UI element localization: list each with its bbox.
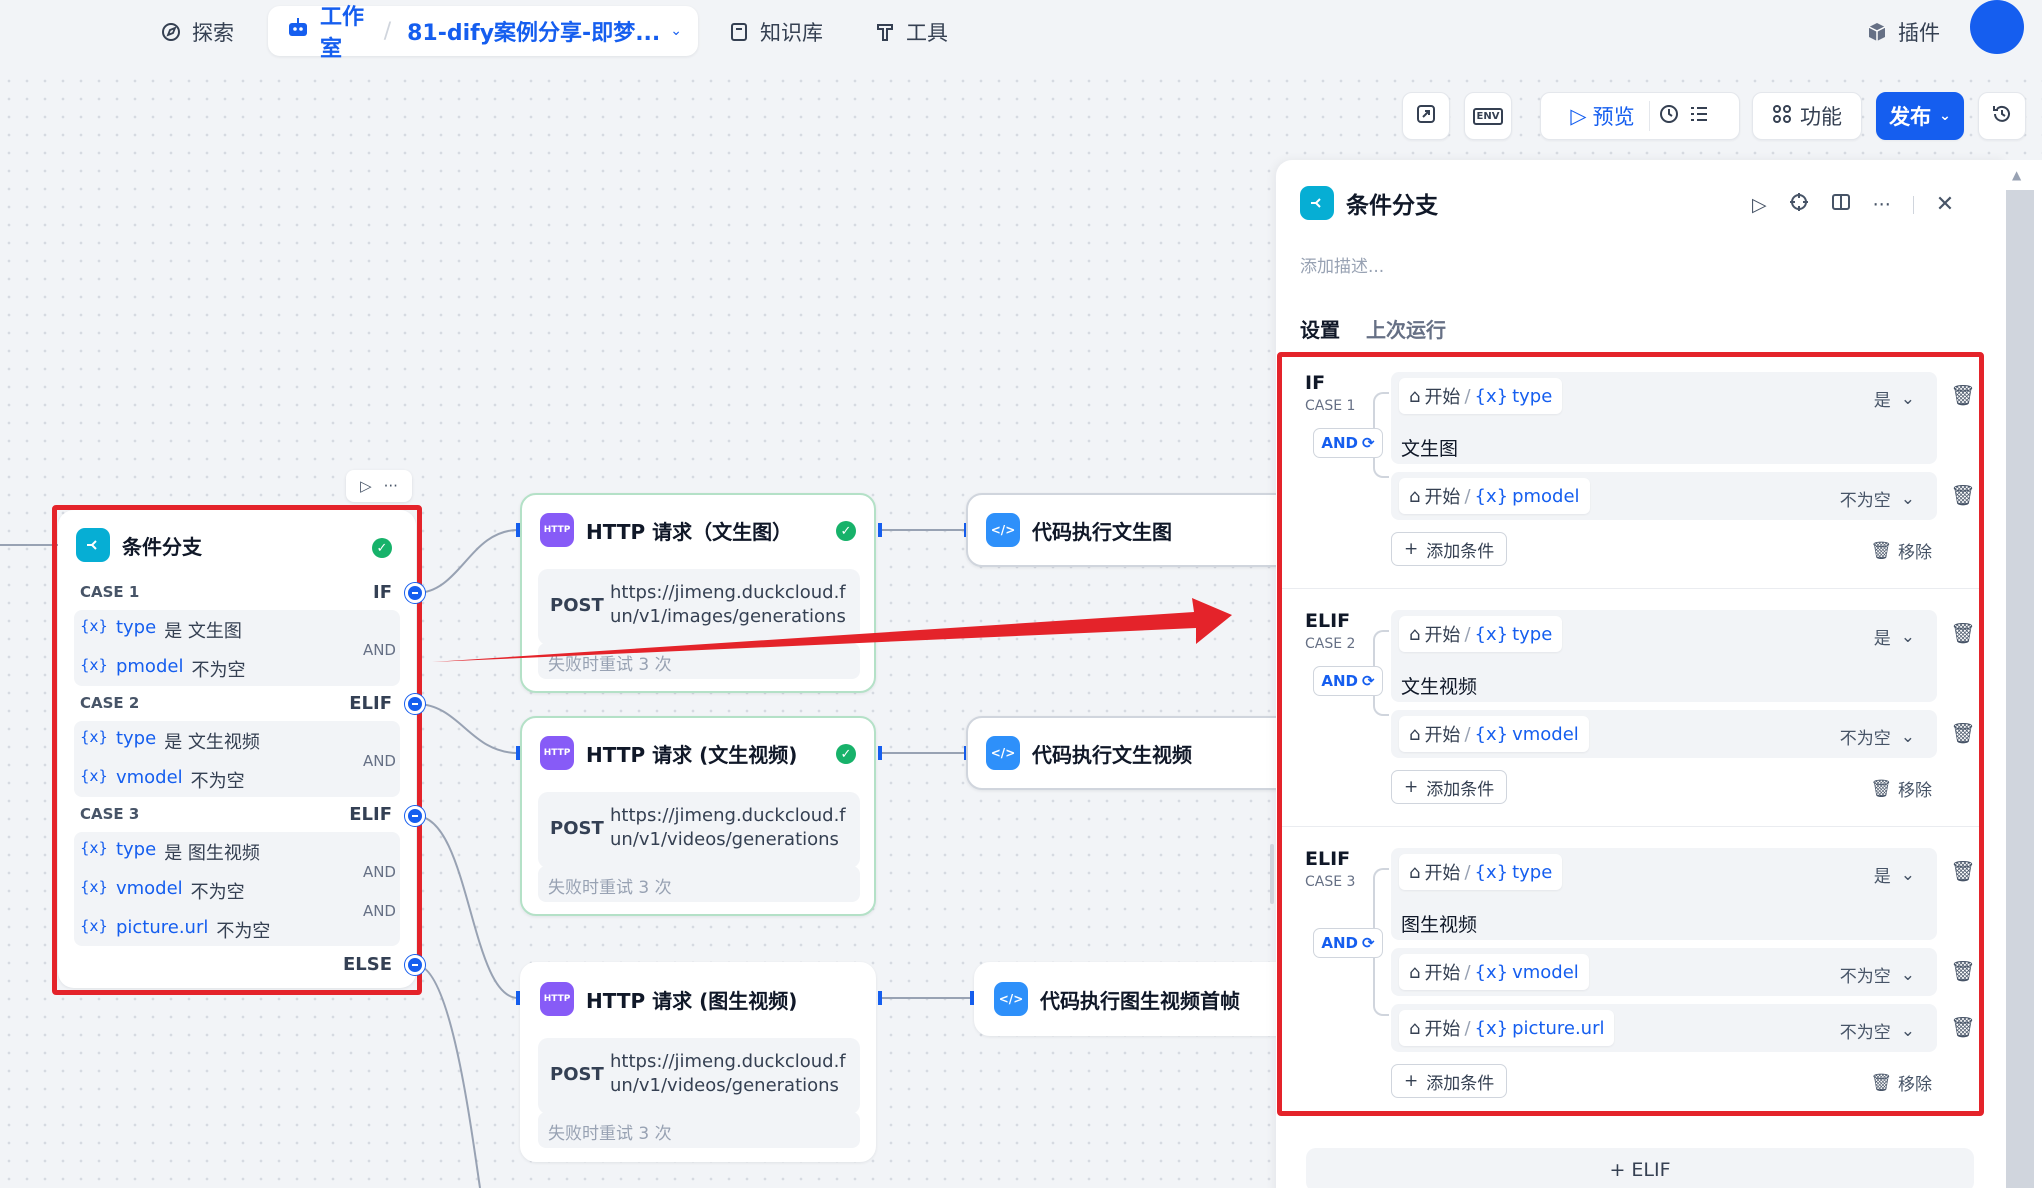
annotation-arrow [432,598,1232,662]
